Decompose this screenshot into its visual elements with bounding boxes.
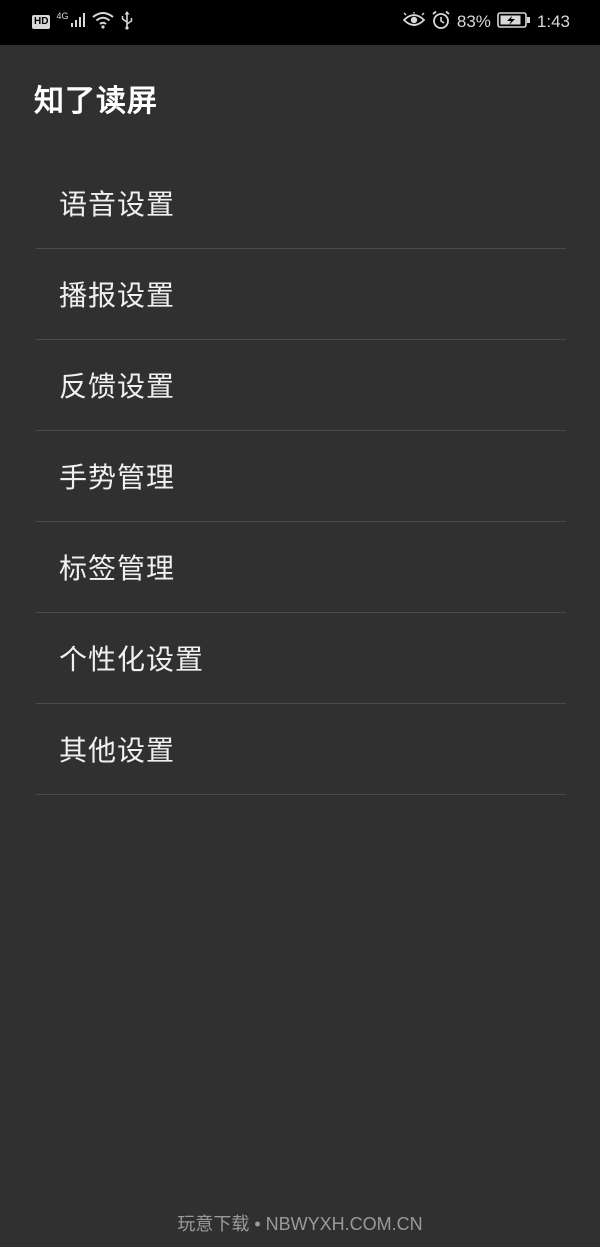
menu-item-gesture-management[interactable]: 手势管理: [36, 431, 566, 522]
settings-menu: 语音设置 播报设置 反馈设置 手势管理 标签管理 个性化设置 其他设置: [36, 158, 566, 795]
status-bar-left: HD 4G: [32, 10, 134, 35]
menu-item-voice-settings[interactable]: 语音设置: [36, 158, 566, 249]
menu-item-label: 手势管理: [59, 461, 176, 494]
clock-time: 1:43: [536, 12, 570, 31]
hd-icon: HD: [32, 15, 51, 29]
network-type-label: 4G: [56, 11, 69, 21]
usb-icon: [120, 10, 134, 35]
status-bar-right: 83% 1:43: [402, 10, 570, 35]
battery-percent: 83%: [456, 12, 491, 31]
menu-item-label: 语音设置: [59, 188, 176, 221]
alarm-icon: [431, 10, 451, 35]
wifi-icon: [92, 11, 115, 34]
menu-item-label: 标签管理: [59, 552, 176, 585]
battery-charging-icon: [497, 11, 531, 34]
menu-item-other-settings[interactable]: 其他设置: [36, 704, 566, 795]
status-bar: HD 4G 83% 1:43: [0, 0, 600, 45]
menu-item-label: 反馈设置: [59, 370, 176, 403]
watermark: 玩意下载 • NBWYXH.COM.CN: [177, 1214, 423, 1234]
menu-item-announcement-settings[interactable]: 播报设置: [36, 249, 566, 340]
page-title: 知了读屏: [34, 84, 158, 119]
menu-item-label: 播报设置: [59, 279, 176, 312]
menu-item-personalization-settings[interactable]: 个性化设置: [36, 613, 566, 704]
menu-item-label: 个性化设置: [59, 643, 205, 676]
screen: HD 4G 83% 1:43 知了读屏 语音设置 播报设置 反馈设置 手势管理 …: [0, 0, 600, 1247]
signal-icon: [70, 12, 86, 33]
menu-item-label-management[interactable]: 标签管理: [36, 522, 566, 613]
menu-item-label: 其他设置: [59, 734, 176, 767]
eye-icon: [402, 10, 426, 33]
menu-item-feedback-settings[interactable]: 反馈设置: [36, 340, 566, 431]
